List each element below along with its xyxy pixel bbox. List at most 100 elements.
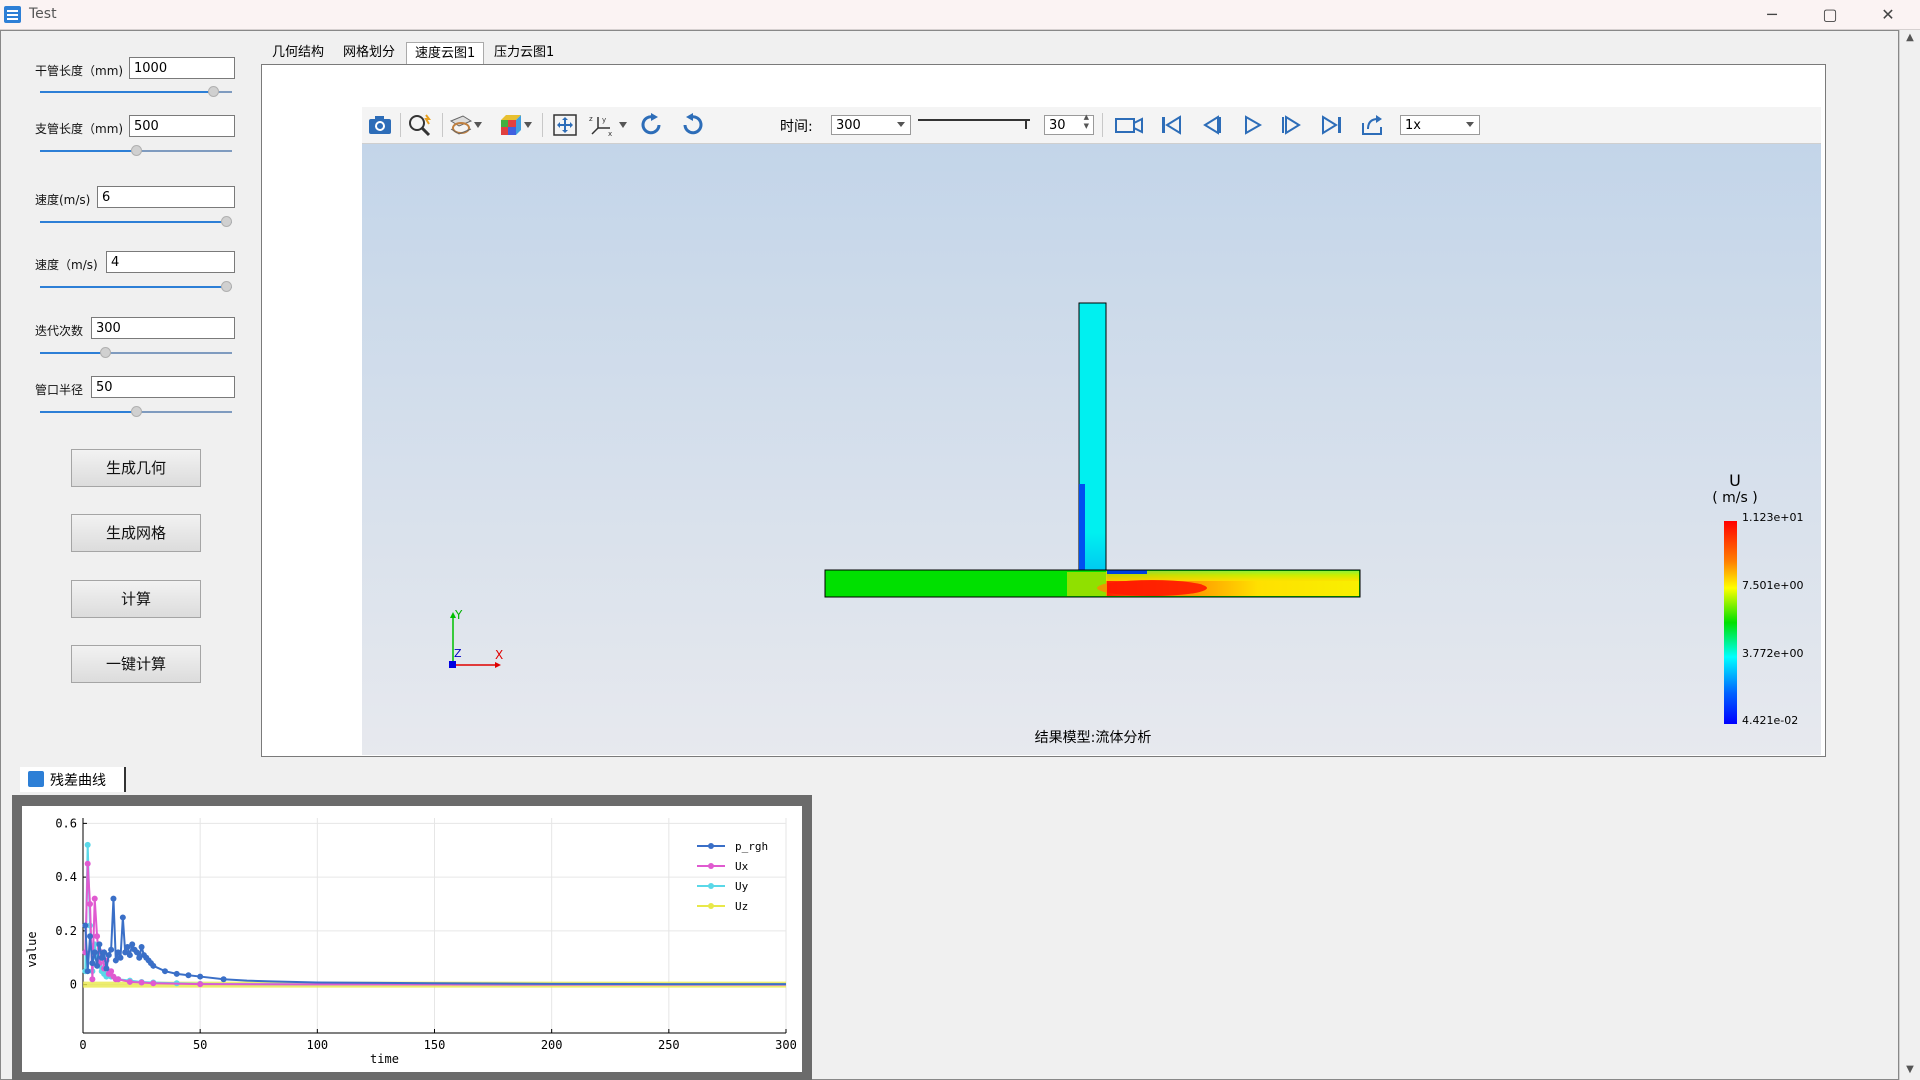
- one-click-compute-button[interactable]: 一键计算: [71, 645, 201, 683]
- prev-frame-icon[interactable]: [1198, 113, 1224, 137]
- slider-thumb[interactable]: [99, 347, 111, 358]
- param-slider[interactable]: [40, 281, 232, 292]
- series-line-Uy: [84, 844, 786, 986]
- generate-mesh-button[interactable]: 生成网格: [71, 514, 201, 552]
- series-point: [110, 895, 117, 902]
- series-point: [138, 944, 145, 950]
- tab-velocity-contour[interactable]: 速度云图1: [406, 42, 485, 65]
- speed-select[interactable]: 1x: [1400, 115, 1480, 135]
- export-icon[interactable]: [1360, 113, 1386, 137]
- close-button[interactable]: ✕: [1862, 0, 1914, 29]
- param-input[interactable]: 4: [106, 251, 235, 273]
- legend-marker: [708, 883, 714, 889]
- frame-spinbox[interactable]: 30 ▲ ▼: [1044, 113, 1094, 135]
- colorbar-tick: 4.421e-02: [1742, 714, 1798, 727]
- slider-fill: [40, 91, 212, 93]
- colorbar-tick: 3.772e+00: [1742, 647, 1803, 660]
- zoom-icon[interactable]: [407, 113, 433, 137]
- tab-mesh[interactable]: 网格划分: [335, 42, 403, 64]
- rotate-cw-icon[interactable]: [639, 113, 665, 137]
- rotate-ccw-icon[interactable]: [679, 113, 705, 137]
- series-point: [117, 954, 124, 961]
- series-point: [162, 968, 169, 975]
- last-frame-icon[interactable]: [1319, 113, 1345, 137]
- series-point: [84, 841, 91, 848]
- slider-thumb[interactable]: [130, 145, 142, 156]
- series-point: [115, 949, 122, 956]
- axes-icon[interactable]: z yx: [588, 113, 614, 137]
- first-frame-icon[interactable]: [1158, 113, 1184, 137]
- y-tick-label: 0.2: [55, 924, 77, 938]
- slider-thumb[interactable]: [130, 406, 142, 417]
- dropdown-arrow-icon[interactable]: [524, 122, 532, 128]
- spin-arrows-icon[interactable]: ▲ ▼: [1084, 113, 1089, 131]
- series-point: [197, 973, 204, 980]
- param-slider[interactable]: [40, 145, 232, 156]
- toolbar-separator: [542, 113, 543, 137]
- legend-marker: [708, 843, 714, 849]
- series-point: [103, 965, 110, 972]
- series-line-Ux: [84, 863, 786, 986]
- residual-chart: 0 50 100 150 200 250 300 0 0.2 0.4 0.6 time value p_r…: [25, 816, 797, 1066]
- param-slider[interactable]: [40, 86, 232, 97]
- series-point: [220, 976, 227, 983]
- series-point: [150, 962, 157, 969]
- speed-select-value: 1x: [1405, 118, 1421, 133]
- series-point: [129, 941, 136, 948]
- param-slider[interactable]: [40, 347, 232, 358]
- time-select[interactable]: 300: [831, 115, 911, 135]
- x-tick-label: 300: [775, 1038, 797, 1052]
- param-input[interactable]: 6: [97, 186, 235, 208]
- time-slider[interactable]: [918, 119, 1030, 121]
- residual-chart-area[interactable]: 0 50 100 150 200 250 300 0 0.2 0.4 0.6 time value p_r…: [22, 806, 802, 1072]
- series-point: [94, 933, 101, 940]
- play-icon[interactable]: [1239, 113, 1265, 137]
- time-slider-handle[interactable]: [1025, 119, 1027, 129]
- slider-thumb[interactable]: [221, 216, 232, 227]
- series-point: [133, 949, 140, 956]
- param-input[interactable]: 1000: [129, 57, 235, 79]
- series-point: [91, 895, 98, 902]
- fit-view-icon[interactable]: [552, 113, 578, 137]
- param-label: 速度(m/s): [35, 193, 91, 207]
- svg-text:x: x: [608, 130, 612, 137]
- slider-fill: [40, 150, 132, 152]
- param-slider[interactable]: [40, 406, 232, 417]
- dropdown-arrow-icon[interactable]: [474, 122, 482, 128]
- vertical-scrollbar[interactable]: ▲ ▼: [1899, 30, 1920, 1080]
- clip-plane-icon[interactable]: [448, 113, 474, 137]
- generate-geometry-button[interactable]: 生成几何: [71, 449, 201, 487]
- camera-icon[interactable]: [367, 113, 393, 137]
- dropdown-arrow-icon[interactable]: [619, 122, 627, 128]
- slider-thumb[interactable]: [221, 281, 232, 292]
- maximize-button[interactable]: ▢: [1804, 0, 1856, 29]
- colorbar-title: U: [1729, 471, 1741, 490]
- slider-fill: [40, 411, 132, 413]
- record-icon[interactable]: [1114, 113, 1144, 137]
- param-slider[interactable]: [40, 216, 232, 227]
- svg-text:y: y: [602, 116, 606, 124]
- residual-tab[interactable]: 残差曲线: [20, 767, 126, 792]
- legend-label: Uy: [735, 880, 749, 893]
- tab-geometry[interactable]: 几何结构: [264, 42, 332, 64]
- param-input[interactable]: 500: [129, 115, 235, 137]
- compute-button[interactable]: 计算: [71, 580, 201, 618]
- scroll-down-icon[interactable]: ▼: [1904, 1064, 1916, 1076]
- color-cube-icon[interactable]: [498, 113, 524, 137]
- toolbar-separator: [400, 113, 401, 137]
- separation-zone: [1107, 570, 1147, 574]
- render-viewport[interactable]: Y X Z U ( m/s ) 1.123e+01 7.501e+00 3.77…: [362, 144, 1821, 755]
- scroll-up-icon[interactable]: ▲: [1904, 32, 1916, 44]
- param-input[interactable]: 300: [91, 317, 235, 339]
- minimize-button[interactable]: ─: [1746, 0, 1798, 29]
- tab-pressure-contour[interactable]: 压力云图1: [486, 42, 562, 64]
- next-frame-icon[interactable]: [1279, 113, 1305, 137]
- svg-text:z: z: [589, 115, 593, 123]
- x-axis-label: X: [495, 648, 503, 662]
- param-input[interactable]: 50: [91, 376, 235, 398]
- app-icon: [28, 771, 44, 787]
- y-axis-label: value: [25, 931, 39, 967]
- param-label: 支管长度（mm): [35, 122, 124, 136]
- colorbar-tick: 1.123e+01: [1742, 511, 1803, 524]
- legend-label: Uz: [735, 900, 748, 913]
